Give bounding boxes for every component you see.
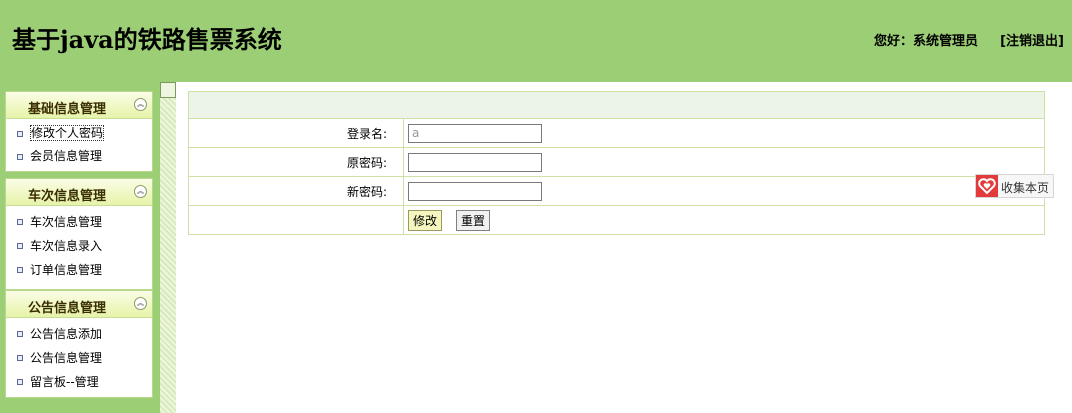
sidebar-item-label: 公告信息添加 — [30, 327, 103, 341]
form-row-new-password: 新密码: — [188, 176, 1045, 206]
new-password-label: 新密码: — [188, 176, 404, 206]
form-header-cell — [188, 91, 1045, 119]
new-password-input[interactable] — [408, 181, 542, 201]
top-banner: 基于java的铁路售票系统 您好：系统管理员 [注销退出] — [0, 0, 1072, 82]
menu-group-notice-info: 公告信息管理 ︽ 公告信息添加 公告信息管理 留言板--管理 — [5, 290, 153, 398]
app-title: 基于java的铁路售票系统 — [12, 25, 282, 54]
sidebar-item-label: 留言板--管理 — [30, 375, 99, 389]
collapse-icon[interactable]: ︽ — [134, 98, 147, 111]
sidebar-item-member-management[interactable]: 会员信息管理 — [6, 145, 152, 168]
actions-label-cell — [188, 205, 404, 235]
old-password-input[interactable] — [408, 152, 542, 172]
sidebar-splitter[interactable] — [160, 82, 176, 413]
greeting-prefix: 您好： — [873, 34, 913, 49]
sidebar-item-label: 公告信息管理 — [30, 351, 103, 365]
sidebar-item-label: 修改个人密码 — [30, 125, 105, 141]
menu-group-header[interactable]: 基础信息管理 ︽ — [6, 92, 152, 119]
username-label: 登录名: — [188, 118, 404, 148]
submit-button[interactable]: 修改 — [408, 209, 443, 231]
menu-group-train-info: 车次信息管理 ︽ 车次信息管理 车次信息录入 订单信息管理 — [5, 178, 153, 290]
sidebar-item-order-management[interactable]: 订单信息管理 — [6, 258, 152, 282]
sidebar-item-message-board[interactable]: 留言板--管理 — [6, 370, 152, 394]
sidebar-item-label: 订单信息管理 — [30, 263, 103, 277]
bullet-icon — [17, 131, 23, 137]
user-greeting: 您好：系统管理员 — [874, 30, 978, 49]
reset-button[interactable]: 重置 — [456, 209, 491, 231]
bullet-icon — [17, 154, 23, 160]
sidebar-item-train-management[interactable]: 车次信息管理 — [6, 210, 152, 234]
sidebar-item-change-password[interactable]: 修改个人密码 — [6, 122, 152, 145]
form-row-old-password: 原密码: — [188, 147, 1045, 177]
bullet-icon — [17, 243, 23, 249]
menu-group-title: 车次信息管理 — [27, 189, 106, 204]
menu-group-title: 基础信息管理 — [27, 102, 106, 117]
username-cell — [403, 118, 1045, 148]
menu-group-header[interactable]: 车次信息管理 ︽ — [6, 179, 152, 206]
bullet-icon — [17, 219, 23, 225]
menu-group-basic-info: 基础信息管理 ︽ 修改个人密码 会员信息管理 — [5, 91, 153, 172]
menu-group-header[interactable]: 公告信息管理 ︽ — [6, 291, 152, 318]
menu-group-title: 公告信息管理 — [27, 301, 106, 316]
actions-cell: 修改 重置 — [403, 205, 1045, 235]
collapse-icon[interactable]: ︽ — [134, 297, 147, 310]
form-header-row — [188, 91, 1045, 119]
favorite-label: 收集本页 — [1001, 181, 1050, 195]
change-password-form: 登录名: 原密码: 新密码: 修改重置 — [188, 91, 1045, 235]
favorite-page-button[interactable]: 收集本页 — [975, 174, 1054, 198]
logout-link[interactable]: [注销退出] — [1000, 30, 1064, 49]
old-password-label: 原密码: — [188, 147, 404, 177]
form-row-actions: 修改 重置 — [188, 205, 1045, 235]
sidebar-item-train-entry[interactable]: 车次信息录入 — [6, 234, 152, 258]
collapse-icon[interactable]: ︽ — [134, 185, 147, 198]
sidebar-item-label: 车次信息管理 — [30, 215, 103, 229]
old-password-cell — [403, 147, 1045, 177]
user-role: 系统管理员 — [912, 34, 978, 49]
sidebar-item-notice-add[interactable]: 公告信息添加 — [6, 322, 152, 346]
sidebar-toggle-icon[interactable] — [160, 82, 176, 98]
bullet-icon — [17, 267, 23, 273]
sidebar: 基础信息管理 ︽ 修改个人密码 会员信息管理 车次信息管理 ︽ 车次信息管理 车… — [0, 82, 160, 413]
new-password-cell — [403, 176, 1045, 206]
bullet-icon — [17, 355, 23, 361]
bullet-icon — [17, 379, 23, 385]
sidebar-item-label: 会员信息管理 — [30, 149, 103, 163]
username-input[interactable] — [408, 123, 542, 143]
sidebar-item-label: 车次信息录入 — [30, 239, 103, 253]
heart-icon — [976, 175, 998, 197]
main-content: 登录名: 原密码: 新密码: 修改重置 — [176, 82, 1072, 413]
sidebar-item-notice-management[interactable]: 公告信息管理 — [6, 346, 152, 370]
bullet-icon — [17, 331, 23, 337]
form-row-username: 登录名: — [188, 118, 1045, 148]
